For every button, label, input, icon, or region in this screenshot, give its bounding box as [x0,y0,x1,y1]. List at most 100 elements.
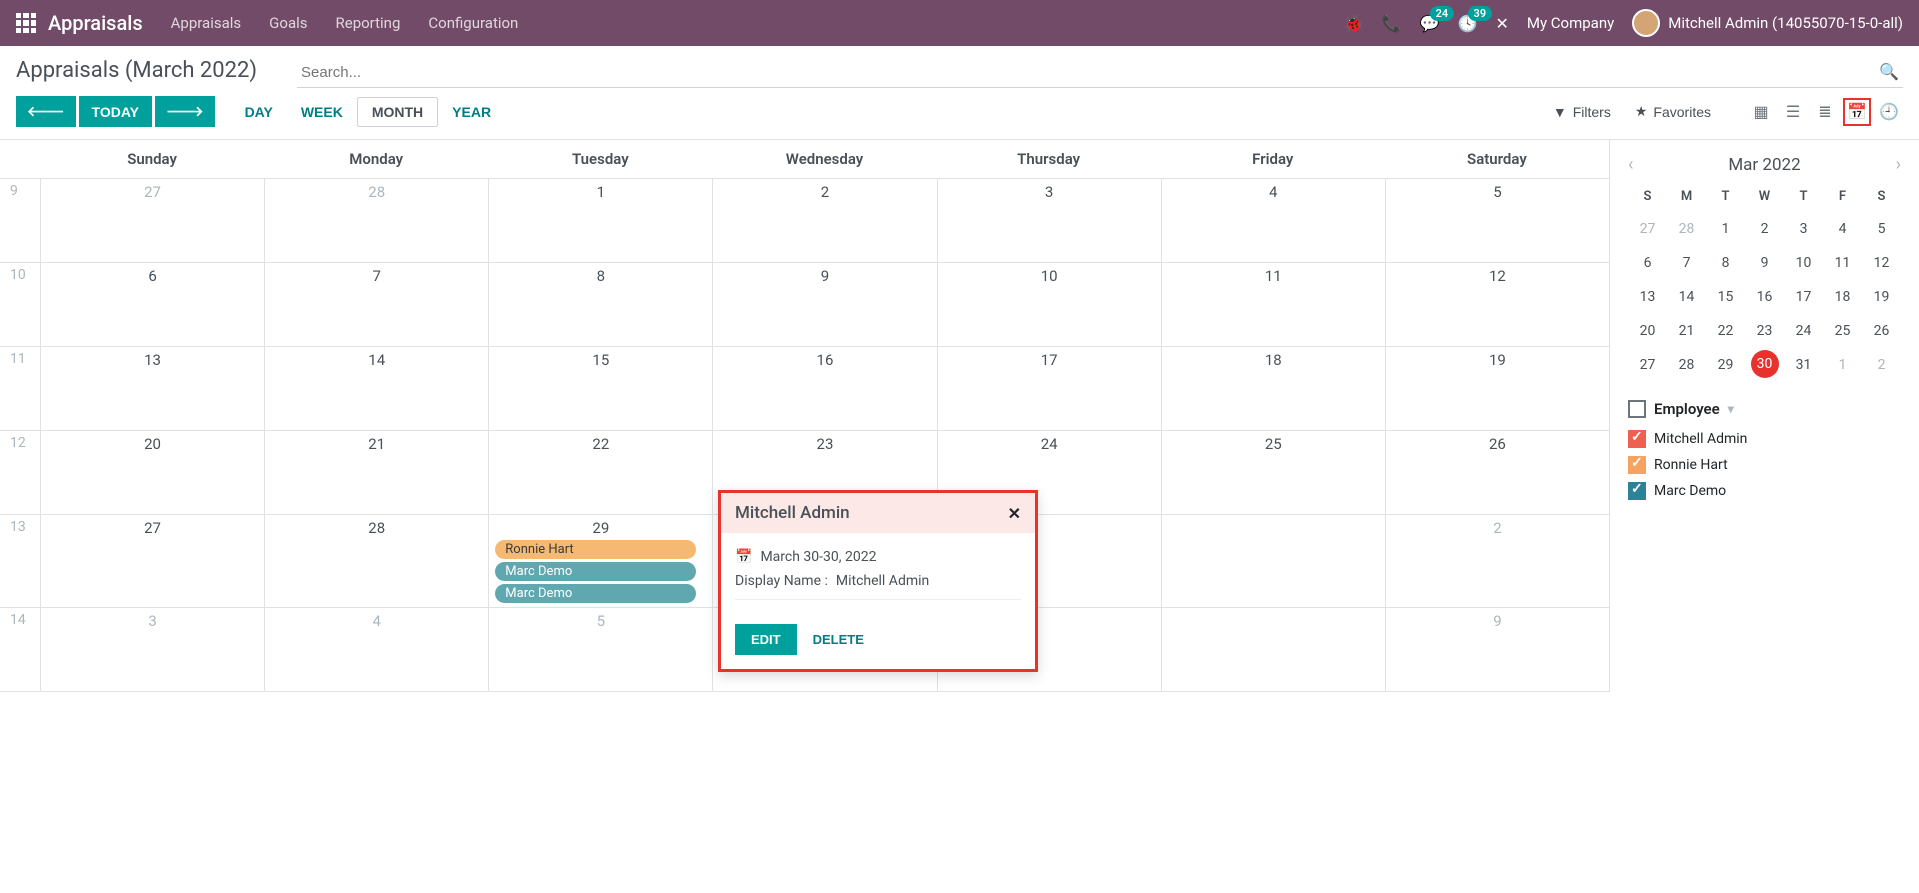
mini-day[interactable]: 16 [1745,282,1784,312]
kanban-view-icon[interactable]: ▦ [1747,98,1775,126]
mini-day[interactable]: 12 [1862,248,1901,278]
calendar-cell[interactable]: 15 [488,347,712,430]
mini-day[interactable]: 6 [1628,248,1667,278]
messages-icon[interactable]: 💬24 [1420,14,1440,33]
calendar-event[interactable]: Marc Demo [495,584,696,603]
mini-day[interactable]: 17 [1784,282,1823,312]
calendar-cell[interactable]: 3 [40,608,264,691]
brand[interactable]: Appraisals [48,11,143,35]
calendar-cell[interactable]: 5 [1385,179,1609,262]
calendar-cell[interactable]: 19 [1385,347,1609,430]
calendar-cell[interactable] [1161,515,1385,607]
calendar-cell[interactable]: 9 [712,263,936,346]
filter-group-header[interactable]: Employee ▾ [1628,400,1901,418]
calendar-view-icon[interactable]: 📅 [1843,98,1871,126]
calendar-cell[interactable]: 22 [488,431,712,514]
menu-goals[interactable]: Goals [269,14,307,32]
calendar-event[interactable]: Marc Demo [495,562,696,581]
scale-month[interactable]: MONTH [357,97,438,127]
calendar-cell[interactable]: 1 [488,179,712,262]
calendar-cell[interactable]: 28 [264,179,488,262]
calendar-cell[interactable]: 20 [40,431,264,514]
calendar-cell[interactable]: 27 [40,515,264,607]
mini-day[interactable]: 15 [1706,282,1745,312]
user-menu[interactable]: Mitchell Admin (14055070-15-0-all) [1632,9,1903,37]
calendar-cell[interactable]: 11 [1161,263,1385,346]
calendar-cell[interactable]: 13 [40,347,264,430]
mini-prev-icon[interactable]: ‹ [1628,154,1633,175]
calendar-cell[interactable]: 2 [1385,515,1609,607]
mini-day[interactable]: 28 [1667,214,1706,244]
mini-day[interactable]: 27 [1628,350,1667,380]
mini-day[interactable]: 7 [1667,248,1706,278]
mini-day[interactable]: 10 [1784,248,1823,278]
phone-icon[interactable]: 📞 [1382,14,1402,33]
calendar-cell[interactable]: 4 [264,608,488,691]
calendar-cell[interactable]: 8 [488,263,712,346]
today-button[interactable]: TODAY [79,96,152,127]
edit-button[interactable]: EDIT [735,624,797,655]
calendar-cell[interactable]: 27 [40,179,264,262]
mini-day[interactable]: 5 [1862,214,1901,244]
filter-checkbox[interactable] [1628,482,1646,500]
bug-icon[interactable]: 🐞 [1344,14,1364,33]
mini-day[interactable]: 9 [1745,248,1784,278]
list-view-icon[interactable]: ☰ [1779,98,1807,126]
mini-day[interactable]: 20 [1628,316,1667,346]
calendar-cell[interactable]: 14 [264,347,488,430]
menu-configuration[interactable]: Configuration [428,14,518,32]
mini-day[interactable]: 2 [1745,214,1784,244]
mini-day[interactable]: 14 [1667,282,1706,312]
menu-reporting[interactable]: Reporting [336,14,401,32]
mini-day[interactable]: 2 [1862,350,1901,380]
mini-day[interactable]: 22 [1706,316,1745,346]
mini-day[interactable]: 1 [1823,350,1862,380]
mini-day[interactable]: 29 [1706,350,1745,380]
close-icon[interactable]: ✕ [1008,504,1021,523]
scale-week[interactable]: WEEK [287,97,357,127]
delete-button[interactable]: DELETE [813,632,864,647]
calendar-cell[interactable]: 10 [937,263,1161,346]
mini-day[interactable]: 27 [1628,214,1667,244]
calendar-cell[interactable]: 2 [712,179,936,262]
calendar-cell[interactable]: 25 [1161,431,1385,514]
filter-item[interactable]: Marc Demo [1628,478,1901,504]
activity-view-icon[interactable]: 🕘 [1875,98,1903,126]
calendar-cell[interactable]: 6 [40,263,264,346]
mini-day[interactable]: 23 [1745,316,1784,346]
filter-item[interactable]: Mitchell Admin [1628,426,1901,452]
calendar-cell[interactable]: 4 [1161,179,1385,262]
favorites-button[interactable]: ★Favorites [1623,97,1723,126]
scale-day[interactable]: DAY [231,97,287,127]
mini-day[interactable]: 26 [1862,316,1901,346]
mini-day[interactable]: 25 [1823,316,1862,346]
search-icon[interactable]: 🔍 [1879,62,1899,81]
calendar-cell[interactable]: 29Ronnie HartMarc DemoMarc Demo [488,515,712,607]
mini-day[interactable]: 21 [1667,316,1706,346]
calendar-cell[interactable]: 5 [488,608,712,691]
mini-day[interactable]: 19 [1862,282,1901,312]
mini-day[interactable]: 13 [1628,282,1667,312]
calendar-cell[interactable]: 9 [1385,608,1609,691]
filter-checkbox[interactable] [1628,456,1646,474]
mini-day[interactable]: 8 [1706,248,1745,278]
mini-day[interactable]: 1 [1706,214,1745,244]
next-button[interactable]: 🡒 [155,96,215,127]
calendar-event[interactable]: Ronnie Hart [495,540,696,559]
mini-day[interactable]: 4 [1823,214,1862,244]
mini-next-icon[interactable]: › [1896,154,1901,175]
mini-day[interactable]: 31 [1784,350,1823,380]
calendar-cell[interactable]: 26 [1385,431,1609,514]
filter-group-checkbox[interactable] [1628,400,1646,418]
company-selector[interactable]: My Company [1527,14,1614,32]
mini-day[interactable]: 11 [1823,248,1862,278]
menu-appraisals[interactable]: Appraisals [171,14,242,32]
mini-day[interactable]: 30 [1751,350,1779,378]
calendar-cell[interactable]: 12 [1385,263,1609,346]
prev-button[interactable]: 🡐 [16,96,76,127]
mini-day[interactable]: 3 [1784,214,1823,244]
search-input[interactable] [297,58,1903,88]
filter-item[interactable]: Ronnie Hart [1628,452,1901,478]
filter-checkbox[interactable] [1628,430,1646,448]
gantt-view-icon[interactable]: ≣ [1811,98,1839,126]
